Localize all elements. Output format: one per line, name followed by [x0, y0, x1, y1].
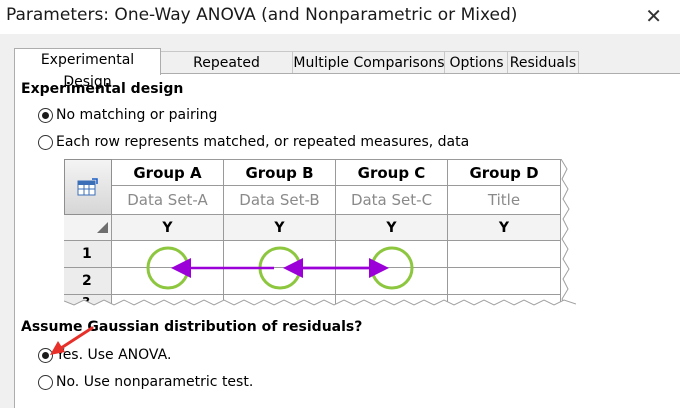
radio-label: Each row represents matched, or repeated… — [56, 134, 470, 150]
tab-options[interactable]: Options — [444, 51, 509, 74]
tab-repeated-measures[interactable]: Repeated Measures — [159, 51, 294, 93]
radio-repeated-measures[interactable]: Each row represents matched, or repeated… — [38, 133, 469, 151]
tab-multiple-comparisons[interactable]: Multiple Comparisons — [292, 51, 446, 74]
red-pointer-arrow-icon — [50, 326, 94, 355]
radio-label: No matching or pairing — [56, 107, 218, 123]
data-table-illustration: Group A Group B Group C Group D Data Set… — [64, 159, 576, 309]
radio-unselected-icon — [38, 374, 53, 390]
radio-selected-icon — [38, 107, 53, 123]
radio-unselected-icon — [38, 134, 53, 150]
window-title: Parameters: One-Way ANOVA (and Nonparame… — [6, 5, 518, 25]
tab-experimental-design[interactable]: Experimental Design — [14, 48, 161, 90]
radio-label: No. Use nonparametric test. — [56, 374, 254, 390]
comparison-overlay — [146, 246, 414, 290]
close-icon[interactable]: ✕ — [645, 4, 662, 28]
window-titlebar: Parameters: One-Way ANOVA (and Nonparame… — [0, 0, 680, 34]
radio-no-matching[interactable]: No matching or pairing — [38, 106, 217, 124]
tab-residuals[interactable]: Residuals — [507, 51, 579, 74]
radio-no-nonparametric[interactable]: No. Use nonparametric test. — [38, 373, 253, 391]
